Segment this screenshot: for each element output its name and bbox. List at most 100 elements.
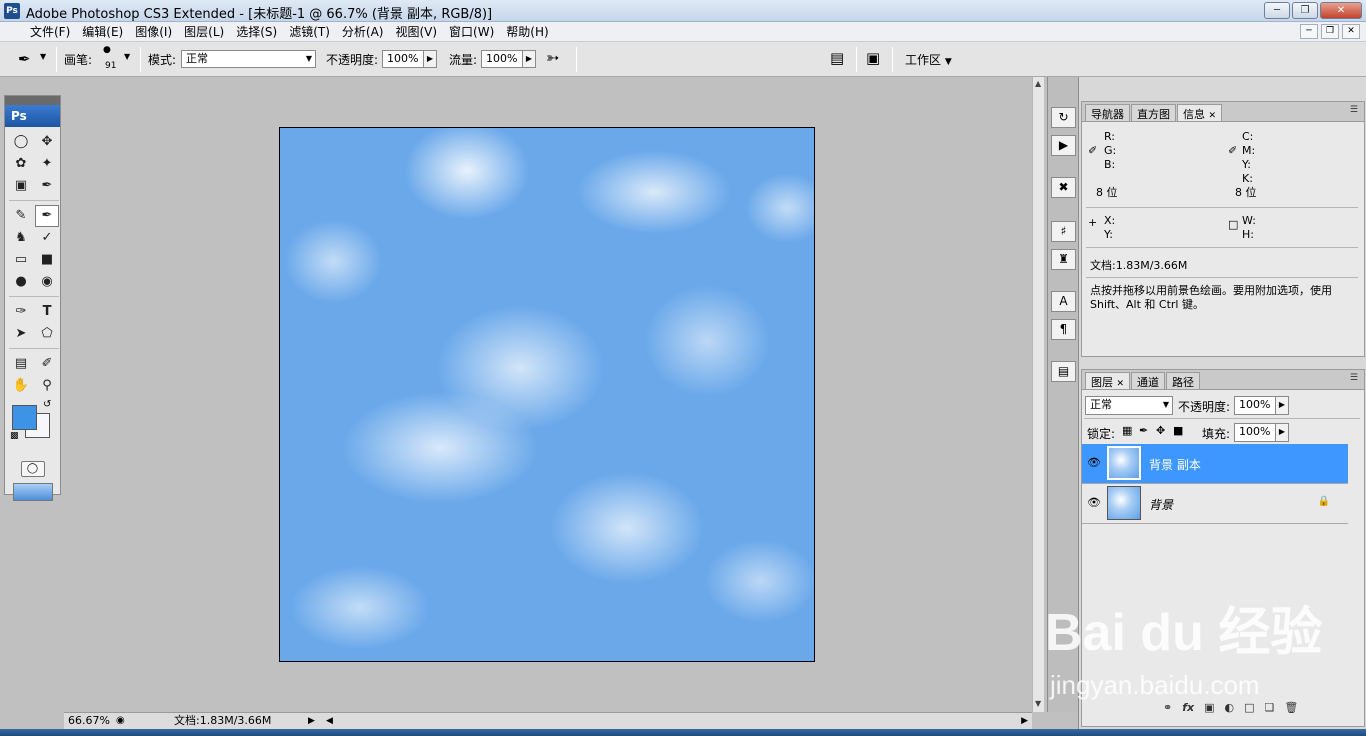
doc-close-button[interactable]: ✕ — [1342, 24, 1360, 39]
adjustment-layer-icon[interactable]: ◐ — [1225, 701, 1235, 714]
hand-tool-icon[interactable]: ✋ — [9, 375, 33, 397]
actions-panel-icon[interactable]: ▶ — [1051, 135, 1076, 156]
history-brush-tool-icon[interactable]: ✓ — [35, 227, 59, 249]
blur-tool-icon[interactable]: ● — [9, 271, 33, 293]
toolbox-logo[interactable]: Ps — [5, 105, 60, 127]
new-group-icon[interactable]: □ — [1244, 701, 1254, 714]
pen-tool-icon[interactable]: ✑ — [9, 301, 33, 323]
delete-layer-icon[interactable]: 🗑 — [1284, 701, 1298, 714]
tab-navigator[interactable]: 导航器 — [1085, 104, 1130, 121]
menu-help[interactable]: 帮助(H) — [500, 24, 554, 40]
brush-tool-preset-icon[interactable]: ✒ — [18, 50, 31, 68]
screen-mode-button[interactable] — [12, 483, 53, 501]
fill-arrow-icon[interactable]: ▶ — [1275, 423, 1289, 442]
tool-presets-icon[interactable]: ✖ — [1051, 177, 1076, 198]
layer-style-icon[interactable]: fx — [1182, 701, 1194, 714]
shape-tool-icon[interactable]: ⬠ — [35, 323, 59, 345]
flow-input[interactable]: 100% — [481, 50, 523, 68]
visibility-eye-icon[interactable]: 👁 — [1087, 456, 1101, 469]
menu-edit[interactable]: 编辑(E) — [76, 24, 129, 40]
paragraph-panel-icon[interactable]: ¶ — [1051, 319, 1076, 340]
tab-paths[interactable]: 路径 — [1166, 372, 1201, 389]
quick-mask-button[interactable]: ◯ — [20, 461, 45, 477]
document-canvas[interactable] — [279, 127, 815, 662]
layer-comps-icon[interactable]: ▤ — [1051, 361, 1076, 382]
menu-select[interactable]: 选择(S) — [230, 24, 283, 40]
lock-transparent-icon[interactable]: ▦ — [1122, 424, 1132, 437]
tab-close-icon[interactable]: ✕ — [1117, 379, 1125, 389]
doc-minimize-button[interactable]: ─ — [1300, 24, 1318, 39]
airbrush-icon[interactable]: ➳ — [546, 48, 559, 67]
eraser-tool-icon[interactable]: ▭ — [9, 249, 33, 271]
fill-input[interactable]: 100% — [1234, 423, 1276, 442]
minimize-button[interactable]: ─ — [1264, 2, 1290, 19]
flow-slider-arrow-icon[interactable]: ▶ — [522, 50, 536, 68]
healing-brush-tool-icon[interactable]: ✎ — [9, 205, 33, 227]
brush-dropdown-arrow-icon[interactable]: ▼ — [124, 52, 130, 61]
dodge-tool-icon[interactable]: ◉ — [35, 271, 59, 293]
workspace-menu[interactable]: 工作区 ▼ — [905, 51, 952, 68]
tab-histogram[interactable]: 直方图 — [1131, 104, 1176, 121]
lock-position-icon[interactable]: ✥ — [1156, 424, 1165, 437]
close-button[interactable]: ✕ — [1320, 2, 1362, 19]
opacity-input[interactable]: 100% — [382, 50, 424, 68]
menu-file[interactable]: 文件(F) — [24, 24, 76, 40]
magic-wand-tool-icon[interactable]: ✦ — [35, 153, 59, 175]
menu-analysis[interactable]: 分析(A) — [336, 24, 390, 40]
link-layers-icon[interactable]: ⚭ — [1163, 701, 1172, 714]
brushes-panel-icon[interactable]: ♯ — [1051, 221, 1076, 242]
menu-view[interactable]: 视图(V) — [389, 24, 443, 40]
notes-tool-icon[interactable]: ▤ — [9, 353, 33, 375]
move-tool-icon[interactable]: ✥ — [35, 131, 59, 153]
slice-tool-icon[interactable]: ✒ — [35, 175, 59, 197]
visibility-eye-icon[interactable]: 👁 — [1087, 496, 1101, 509]
gradient-tool-icon[interactable]: ■ — [35, 249, 59, 271]
new-layer-icon[interactable]: ❏ — [1265, 701, 1275, 714]
maximize-button[interactable]: ❐ — [1292, 2, 1318, 19]
marquee-tool-icon[interactable]: ◯ — [9, 131, 33, 153]
canvas-vertical-scrollbar[interactable]: ▲ ▼ — [1032, 77, 1044, 712]
palette-well-icon[interactable]: ▤ — [830, 49, 844, 67]
tab-channels[interactable]: 通道 — [1131, 372, 1166, 389]
toolbox-header[interactable] — [5, 96, 60, 105]
history-panel-icon[interactable]: ↻ — [1051, 107, 1076, 128]
swap-colors-icon[interactable]: ↺ — [43, 399, 51, 410]
scroll-down-icon[interactable]: ▼ — [1035, 699, 1041, 708]
brush-dot-icon[interactable]: ● — [103, 45, 111, 55]
zoom-tool-icon[interactable]: ⚲ — [35, 375, 59, 397]
character-panel-icon[interactable]: A — [1051, 291, 1076, 312]
menu-image[interactable]: 图像(I) — [129, 24, 178, 40]
eyedropper-icon[interactable]: ✐ — [1088, 144, 1097, 157]
scroll-right-icon[interactable]: ▶ — [1021, 713, 1028, 729]
blend-mode-select[interactable]: 正常 ▼ — [1085, 396, 1173, 415]
crop-tool-icon[interactable]: ▣ — [9, 175, 33, 197]
zoom-level[interactable]: 66.67% — [68, 713, 110, 729]
eyedropper-tool-icon[interactable]: ✐ — [35, 353, 59, 375]
type-tool-icon[interactable]: T — [35, 301, 59, 323]
lock-image-icon[interactable]: ✒ — [1139, 424, 1148, 437]
menu-layer[interactable]: 图层(L) — [178, 24, 230, 40]
lasso-tool-icon[interactable]: ✿ — [9, 153, 33, 175]
path-selection-tool-icon[interactable]: ➤ — [9, 323, 33, 345]
tab-layers[interactable]: 图层 ✕ — [1085, 372, 1131, 389]
menu-filter[interactable]: 滤镜(T) — [283, 24, 336, 40]
layer-row[interactable]: 👁 背景 🔒 — [1082, 484, 1348, 524]
layers-panel-menu-icon[interactable]: ☰ — [1350, 373, 1358, 383]
layer-row[interactable]: 👁 背景 副本 — [1082, 444, 1348, 484]
tab-info[interactable]: 信息 ✕ — [1177, 104, 1223, 121]
layer-opacity-arrow-icon[interactable]: ▶ — [1275, 396, 1289, 415]
opacity-slider-arrow-icon[interactable]: ▶ — [423, 50, 437, 68]
tab-close-icon[interactable]: ✕ — [1209, 111, 1217, 121]
status-preview-icon[interactable]: ◉ — [116, 713, 125, 729]
scroll-left-icon[interactable]: ◀ — [326, 713, 333, 729]
panel-menu-icon[interactable]: ☰ — [1350, 105, 1358, 115]
menu-window[interactable]: 窗口(W) — [443, 24, 500, 40]
foreground-color-swatch[interactable] — [12, 405, 37, 430]
preset-dropdown-arrow-icon[interactable]: ▼ — [40, 52, 46, 61]
layer-opacity-input[interactable]: 100% — [1234, 396, 1276, 415]
clone-source-icon[interactable]: ♜ — [1051, 249, 1076, 270]
default-colors-icon[interactable]: ▩ — [10, 431, 19, 441]
mode-select[interactable]: 正常 ▼ — [181, 50, 316, 68]
add-mask-icon[interactable]: ▣ — [1204, 701, 1214, 714]
clone-stamp-tool-icon[interactable]: ♞ — [9, 227, 33, 249]
